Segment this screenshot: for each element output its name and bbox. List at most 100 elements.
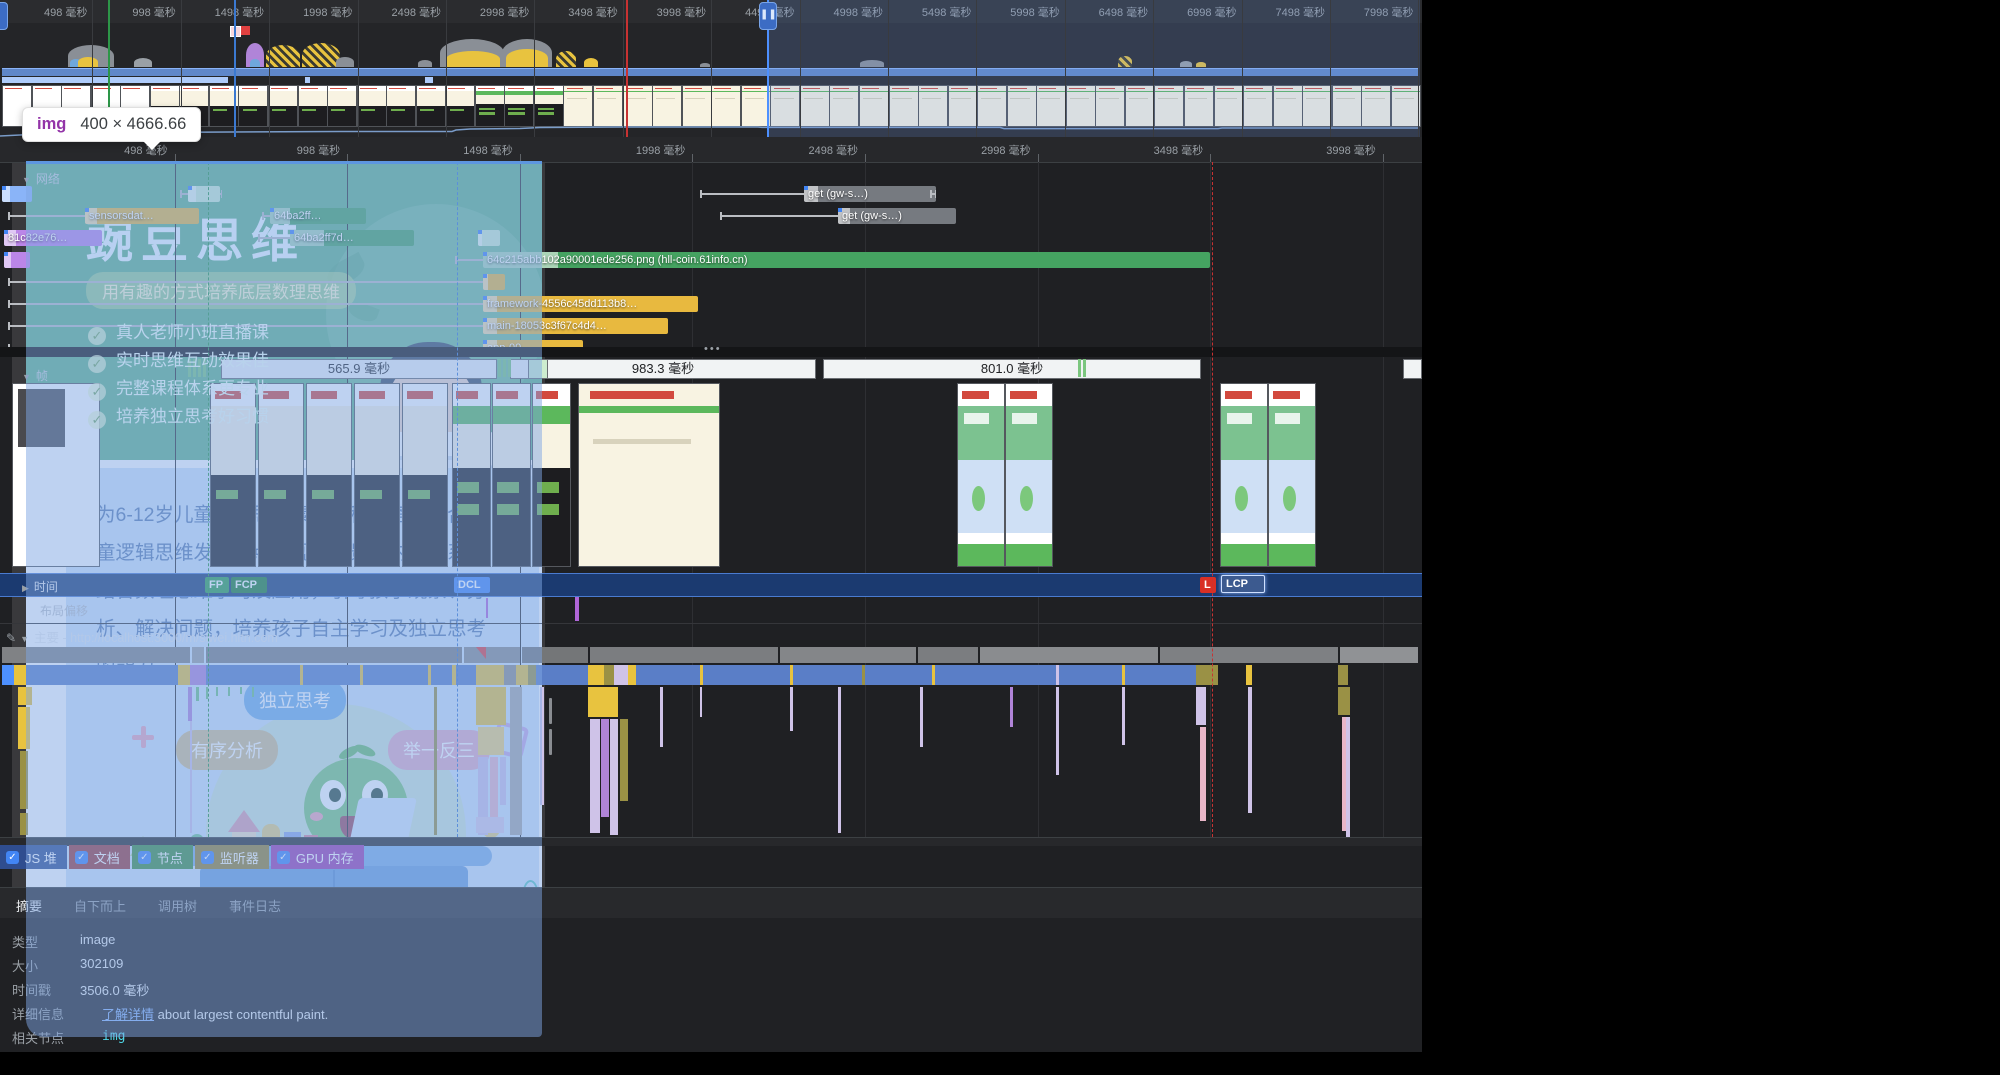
call-frame[interactable] — [790, 687, 793, 731]
call-frame[interactable] — [1122, 687, 1125, 745]
call-frame[interactable] — [920, 687, 923, 747]
filmstrip-thumbnail[interactable] — [504, 85, 534, 127]
thumb-body — [358, 91, 386, 106]
call-frame[interactable] — [660, 687, 663, 747]
detail-tick-label: 998 毫秒 — [297, 142, 340, 158]
panel-resize-handle[interactable] — [549, 698, 557, 724]
task-bar[interactable] — [590, 647, 778, 663]
filmstrip-thumbnail[interactable] — [593, 85, 623, 127]
filmstrip-thumbnail[interactable] — [268, 85, 298, 127]
call-frame[interactable] — [1346, 717, 1350, 837]
call-frame[interactable] — [1248, 687, 1252, 813]
event-segment[interactable] — [790, 665, 793, 685]
network-request-bar[interactable]: get (gw-s…) — [838, 208, 956, 224]
inspect-highlight-top — [26, 161, 542, 164]
filmstrip-thumbnail[interactable] — [416, 85, 446, 127]
thumb-pea — [1283, 486, 1296, 511]
network-request-bar[interactable]: get (gw-s…) — [804, 186, 936, 202]
task-bar[interactable] — [980, 647, 1158, 663]
cpu-activity-mound — [134, 58, 152, 67]
call-frame[interactable] — [1196, 687, 1206, 725]
call-frame[interactable] — [700, 687, 702, 717]
frame-screenshot[interactable] — [1220, 383, 1268, 567]
call-frame[interactable] — [601, 719, 609, 817]
detail-tick — [1210, 154, 1211, 162]
frame-screenshot[interactable] — [957, 383, 1005, 567]
event-segment[interactable] — [1246, 665, 1252, 685]
tooltip-dimensions: 400 × 4666.66 — [80, 115, 186, 133]
thumb-line — [564, 91, 592, 93]
filmstrip-thumbnail[interactable] — [563, 85, 593, 127]
event-segment[interactable] — [1196, 665, 1218, 685]
call-frame[interactable] — [1338, 687, 1350, 715]
event-segment[interactable] — [604, 665, 614, 685]
event-segment[interactable] — [700, 665, 703, 685]
call-frame[interactable] — [590, 719, 600, 833]
call-frame[interactable] — [1200, 727, 1206, 821]
call-frame[interactable] — [1056, 687, 1059, 775]
call-frame[interactable] — [620, 719, 628, 801]
thumb-line — [712, 91, 740, 93]
event-segment[interactable] — [1338, 665, 1348, 685]
cpu-activity-mound — [418, 60, 432, 67]
event-segment[interactable] — [614, 665, 628, 685]
event-segment[interactable] — [862, 665, 865, 685]
frame-screenshot[interactable] — [578, 383, 720, 567]
mobile-device-frame: 欢乐童年公司 其他学科 首页 豌豆思维 用有趣的方式培养底层数理思维 — [12, 22, 545, 1050]
frame-screenshot[interactable] — [1268, 383, 1316, 567]
event-segment[interactable] — [628, 665, 636, 685]
thumb-title — [360, 88, 377, 90]
filmstrip-thumbnail[interactable] — [327, 85, 357, 127]
network-request-bar[interactable]: 64c215abb102a90001ede256.png (hll-coin.6… — [483, 252, 1210, 268]
call-frame[interactable] — [610, 719, 618, 835]
thumb-title — [153, 88, 170, 90]
thumb-row — [450, 109, 464, 111]
event-segment[interactable] — [1122, 665, 1125, 685]
detail-tick-label: 2498 毫秒 — [808, 142, 858, 158]
filmstrip-thumbnail[interactable] — [652, 85, 682, 127]
filmstrip-thumbnail[interactable] — [711, 85, 741, 127]
task-bar[interactable] — [1340, 647, 1418, 663]
event-segment[interactable] — [932, 665, 935, 685]
task-bar[interactable] — [780, 647, 916, 663]
event-segment[interactable] — [2, 665, 14, 685]
filmstrip-thumbnail[interactable] — [298, 85, 328, 127]
thumb-title — [685, 88, 702, 90]
task-bar[interactable] — [918, 647, 978, 663]
thumb-title — [1273, 391, 1301, 398]
filmstrip-thumbnail[interactable] — [357, 85, 387, 127]
event-segment[interactable] — [588, 665, 604, 685]
task-bar[interactable] — [1160, 647, 1338, 663]
filmstrip-thumbnail[interactable] — [445, 85, 475, 127]
selection-handle-right[interactable]: ❚❚ — [759, 2, 777, 30]
filmstrip-thumbnail[interactable] — [534, 85, 564, 127]
event-segment[interactable] — [1056, 665, 1059, 685]
overview-gridline — [1242, 0, 1243, 137]
timeline-overview[interactable]: 498 毫秒998 毫秒1498 毫秒1998 毫秒2498 毫秒2998 毫秒… — [0, 0, 1422, 138]
event-segment[interactable] — [14, 665, 26, 685]
selection-handle-left[interactable] — [0, 2, 8, 30]
overview-gridline — [269, 0, 270, 137]
filmstrip-thumbnail[interactable] — [386, 85, 416, 127]
edit-pencil-icon[interactable]: ✎ — [6, 631, 16, 645]
thumb-body — [535, 95, 563, 105]
thumb-row — [508, 112, 525, 114]
frame-screenshot[interactable] — [1005, 383, 1053, 567]
call-frame[interactable] — [588, 687, 618, 717]
call-frame[interactable] — [838, 687, 841, 833]
checkbox-checked-icon[interactable]: ✓ — [6, 851, 19, 864]
filmstrip-thumbnail[interactable] — [475, 85, 505, 127]
frame-duration-bar[interactable]: 801.0 毫秒 — [823, 359, 1201, 379]
timing-badge-l[interactable]: L — [1200, 577, 1216, 593]
thumb-line — [656, 98, 676, 99]
timing-badge-lcp[interactable]: LCP — [1221, 575, 1265, 593]
filmstrip-thumbnail[interactable] — [238, 85, 268, 127]
thumb-title — [590, 391, 674, 398]
frame-duration-bar[interactable]: 983.3 毫秒 — [510, 359, 816, 379]
detail-tick-label: 1998 毫秒 — [636, 142, 686, 158]
frame-partial — [1403, 359, 1422, 379]
call-frame[interactable] — [1010, 687, 1013, 727]
cpu-activity-mound — [506, 49, 548, 67]
filmstrip-thumbnail[interactable] — [682, 85, 712, 127]
thumb-cta — [1269, 544, 1315, 566]
